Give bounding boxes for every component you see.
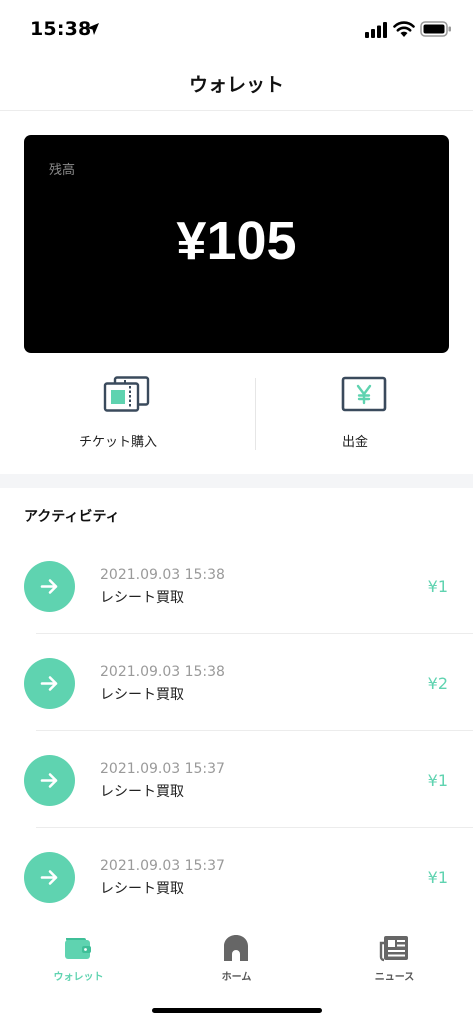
location-arrow-icon [87,23,99,35]
activity-row[interactable]: 2021.09.03 15:38 レシート買取 ¥1 [0,537,473,634]
balance-card: 残高 ¥105 [24,135,449,353]
buy-ticket-button[interactable]: チケット購入 [0,370,236,460]
nav-divider [0,110,473,111]
activity-date: 2021.09.03 15:37 [100,858,225,874]
home-icon [224,935,248,961]
withdraw-label: 出金 [341,435,368,450]
tab-news-label: ニュース [374,972,415,983]
ticket-icon [103,376,150,412]
arrow-right-icon [24,658,75,709]
activity-amount: ¥1 [427,771,448,790]
balance-amount: ¥105 [176,211,297,271]
activity-date: 2021.09.03 15:37 [100,761,225,777]
tab-wallet[interactable]: ウォレット [0,915,157,990]
activity-description: レシート買取 [100,881,184,897]
withdraw-button[interactable]: 出金 [237,370,473,460]
wifi-icon [393,21,415,37]
activity-amount: ¥1 [427,577,448,596]
activity-amount: ¥1 [427,868,448,887]
battery-icon [420,21,451,37]
activity-title: アクティビティ [24,509,120,525]
page-title: ウォレット [188,74,284,96]
tab-home-label: ホーム [221,972,252,983]
tab-news[interactable]: ニュース [316,915,473,990]
wallet-icon [65,938,91,959]
activity-description: レシート買取 [100,784,184,800]
yen-withdraw-icon [341,376,387,412]
tab-home[interactable]: ホーム [158,915,315,990]
arrow-right-icon [24,755,75,806]
activity-list: 2021.09.03 15:38 レシート買取 ¥1 2021.09.03 15… [0,537,473,925]
activity-description: レシート買取 [100,590,184,606]
home-indicator[interactable] [152,1008,322,1013]
status-bar: 15:38 [0,0,473,60]
tab-wallet-label: ウォレット [53,972,104,983]
action-divider [255,378,256,450]
activity-date: 2021.09.03 15:38 [100,567,225,583]
buy-ticket-label: チケット購入 [78,435,157,450]
wallet-actions: チケット購入 出金 [0,370,473,460]
activity-row[interactable]: 2021.09.03 15:37 レシート買取 ¥1 [0,731,473,828]
arrow-right-icon [24,852,75,903]
section-separator [0,474,473,488]
arrow-right-icon [24,561,75,612]
activity-date: 2021.09.03 15:38 [100,664,225,680]
activity-description: レシート買取 [100,687,184,703]
activity-amount: ¥2 [427,674,448,693]
status-time: 15:38 [30,18,92,40]
news-icon [379,936,408,962]
activity-row[interactable]: 2021.09.03 15:37 レシート買取 ¥1 [0,828,473,925]
activity-row[interactable]: 2021.09.03 15:38 レシート買取 ¥2 [0,634,473,731]
balance-label: 残高 [49,163,76,178]
cellular-signal-icon [365,22,387,38]
